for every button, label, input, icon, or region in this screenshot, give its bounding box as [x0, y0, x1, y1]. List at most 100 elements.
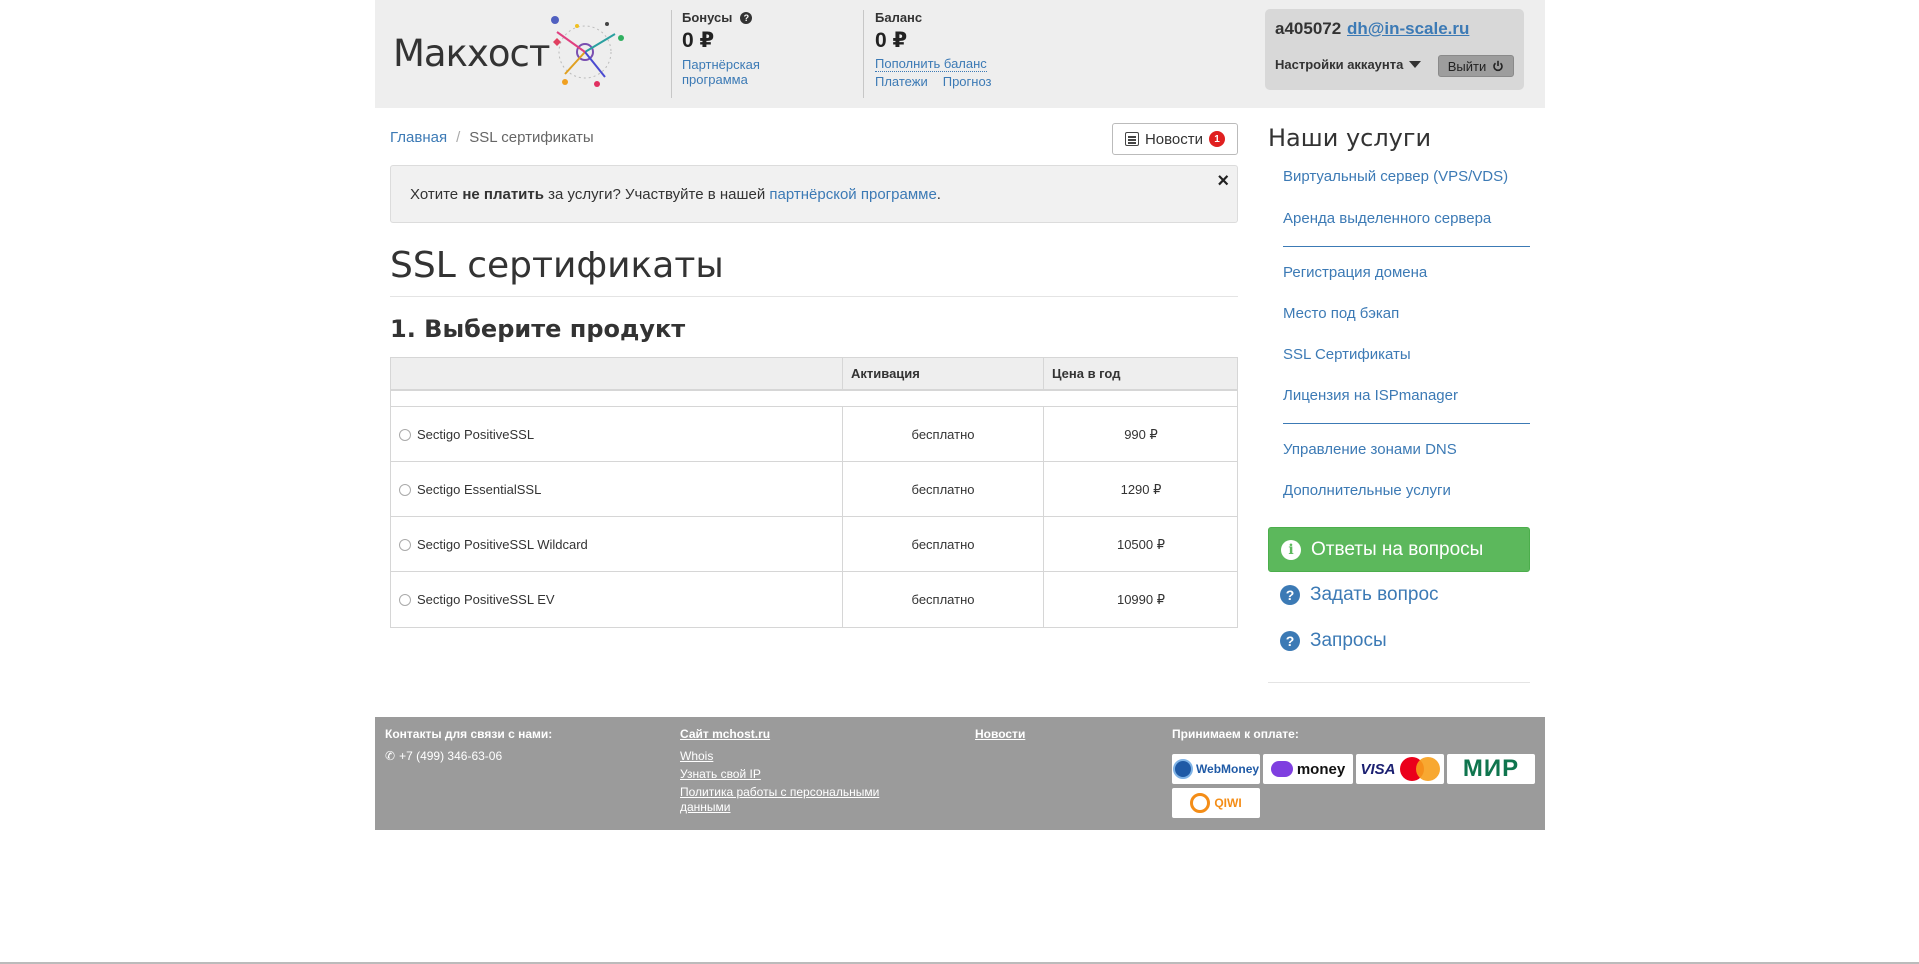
- product-radio[interactable]: [399, 483, 411, 496]
- column-header-price: Цена в год: [1043, 358, 1238, 389]
- activation-cell: бесплатно: [842, 517, 1043, 572]
- account-settings-dropdown[interactable]: Настройки аккаунта: [1275, 57, 1422, 72]
- bonuses-block: Бонусы ? 0 ₽ Партнёрская программа: [682, 10, 760, 87]
- alert-partner-link[interactable]: партнёрской программе: [769, 186, 936, 203]
- qiwi-icon: [1190, 793, 1211, 813]
- footer-whois-link[interactable]: Whois: [680, 749, 910, 764]
- table-row[interactable]: Sectigo EssentialSSL бесплатно 1290 ₽: [391, 462, 1237, 517]
- account-settings-label: Настройки аккаунта: [1275, 57, 1404, 72]
- breadcrumb-separator: /: [456, 129, 461, 146]
- product-name: Sectigo PositiveSSL: [417, 427, 535, 442]
- payments-link[interactable]: Платежи: [875, 74, 928, 89]
- product-name: Sectigo EssentialSSL: [417, 482, 542, 497]
- question-circle-icon: ?: [1280, 585, 1300, 605]
- breadcrumb-home-link[interactable]: Главная: [390, 129, 447, 146]
- bonuses-label-row: Бонусы ?: [682, 10, 760, 25]
- news-button[interactable]: Новости 1: [1112, 123, 1238, 155]
- visa-text: VISA: [1360, 760, 1396, 778]
- account-id: a405072: [1275, 19, 1342, 38]
- question-circle-icon[interactable]: ?: [740, 11, 753, 24]
- activation-cell: бесплатно: [842, 462, 1043, 517]
- webmoney-text: WebMoney: [1195, 762, 1260, 776]
- sidebar-bottom-divider: [1268, 682, 1530, 683]
- question-circle-icon: ?: [1280, 631, 1300, 651]
- phone-icon: ✆: [385, 749, 396, 763]
- products-table: Активация Цена в год Sectigo PositiveSSL…: [390, 357, 1238, 628]
- footer-contacts-title: Контакты для связи с нами:: [385, 727, 553, 741]
- balance-amount: 0 ₽: [875, 29, 908, 52]
- partner-program-link[interactable]: Партнёрская программа: [682, 57, 760, 87]
- sidebar-item-vps[interactable]: Виртуальный сервер (VPS/VDS): [1283, 168, 1508, 185]
- yoomoney-text: money: [1296, 760, 1346, 778]
- caret-down-icon: [1409, 61, 1422, 68]
- sidebar-item-extra-services[interactable]: Дополнительные услуги: [1283, 482, 1451, 499]
- ask-question-link[interactable]: ? Задать вопрос: [1280, 584, 1439, 606]
- mir-text: МИР: [1462, 755, 1520, 782]
- sidebar-item-dedicated-server[interactable]: Аренда выделенного сервера: [1283, 210, 1491, 227]
- balance-block: Баланс 0 ₽ Пополнить баланс Платежи Прог…: [875, 10, 992, 89]
- table-spacer: [391, 391, 1237, 407]
- price-cell: 990 ₽: [1043, 407, 1238, 462]
- table-row[interactable]: Sectigo PositiveSSL Wildcard бесплатно 1…: [391, 517, 1237, 572]
- step-title: 1. Выберите продукт: [390, 315, 686, 343]
- info-circle-icon: i: [1281, 539, 1301, 560]
- account-panel: a405072 dh@in-scale.ru Настройки аккаунт…: [1265, 9, 1524, 90]
- site-logo[interactable]: Макхост: [393, 12, 633, 96]
- requests-link[interactable]: ? Запросы: [1280, 630, 1387, 652]
- footer-phone-number: +7 (499) 346-63-06: [399, 749, 503, 763]
- mir-logo: МИР: [1447, 754, 1535, 784]
- visa-mastercard-logo: VISA: [1356, 754, 1444, 784]
- footer-phone: ✆ +7 (499) 346-63-06: [385, 749, 552, 763]
- logout-button[interactable]: Выйти: [1438, 55, 1514, 77]
- column-header-activation: Активация: [842, 358, 1043, 389]
- yoomoney-icon: [1270, 761, 1293, 777]
- footer-site-link[interactable]: Сайт mchost.ru: [680, 727, 910, 741]
- qiwi-text: QIWI: [1214, 796, 1242, 810]
- table-row[interactable]: Sectigo PositiveSSL EV бесплатно 10990 ₽: [391, 572, 1237, 627]
- table-header: Активация Цена в год: [391, 358, 1237, 391]
- footer-payments-title: Принимаем к оплате:: [1172, 727, 1299, 741]
- news-button-label: Новости: [1144, 130, 1204, 148]
- header-divider: [863, 10, 864, 98]
- alert-text: Хотите не платить за услуги? Участвуйте …: [410, 186, 941, 203]
- bonuses-label: Бонусы: [682, 10, 733, 25]
- sidebar-item-ispmanager[interactable]: Лицензия на ISPmanager: [1283, 387, 1458, 404]
- account-email-link[interactable]: dh@in-scale.ru: [1347, 19, 1469, 39]
- product-radio[interactable]: [399, 428, 411, 441]
- close-icon[interactable]: ×: [1217, 170, 1229, 193]
- balance-label: Баланс: [875, 10, 923, 25]
- alert-text-bold: не платить: [462, 186, 544, 203]
- title-divider: [390, 296, 1238, 297]
- sidebar-item-backup[interactable]: Место под бэкап: [1283, 305, 1399, 322]
- logo-illustration-icon: [551, 16, 624, 87]
- product-radio[interactable]: [399, 538, 411, 551]
- footer-news: Новости: [975, 727, 1025, 741]
- faq-button[interactable]: i Ответы на вопросы: [1268, 527, 1530, 572]
- price-cell: 10990 ₽: [1043, 572, 1238, 627]
- sidebar-item-domain[interactable]: Регистрация домена: [1283, 264, 1427, 281]
- partner-program-line1: Партнёрская: [682, 57, 760, 72]
- power-icon: [1493, 60, 1504, 72]
- topup-balance-link[interactable]: Пополнить баланс: [875, 57, 987, 72]
- mastercard-icon: [1399, 757, 1440, 781]
- alert-text-after: .: [936, 186, 941, 203]
- footer-news-link[interactable]: Новости: [975, 727, 1025, 741]
- requests-label: Запросы: [1310, 630, 1387, 651]
- table-row[interactable]: Sectigo PositiveSSL бесплатно 990 ₽: [391, 407, 1237, 462]
- footer-privacy-link[interactable]: Политика работы с персональными данными: [680, 785, 910, 815]
- footer-myip-link[interactable]: Узнать свой IP: [680, 767, 910, 782]
- price-cell: 1290 ₽: [1043, 462, 1238, 517]
- product-radio[interactable]: [399, 593, 411, 606]
- breadcrumb: Главная / SSL сертификаты: [390, 129, 594, 146]
- activation-cell: бесплатно: [842, 572, 1043, 627]
- site-footer: Контакты для связи с нами: ✆ +7 (499) 34…: [375, 717, 1545, 830]
- sidebar-divider: [1283, 423, 1530, 424]
- ask-question-label: Задать вопрос: [1310, 584, 1439, 605]
- sidebar-item-dns[interactable]: Управление зонами DNS: [1283, 441, 1457, 458]
- partner-program-line2: программа: [682, 72, 748, 87]
- sidebar-item-ssl[interactable]: SSL Сертификаты: [1283, 346, 1411, 363]
- product-cell: Sectigo PositiveSSL EV: [391, 572, 842, 627]
- alert-text-before: Хотите: [410, 186, 463, 203]
- newspaper-icon: [1124, 132, 1139, 146]
- forecast-link[interactable]: Прогноз: [943, 74, 992, 89]
